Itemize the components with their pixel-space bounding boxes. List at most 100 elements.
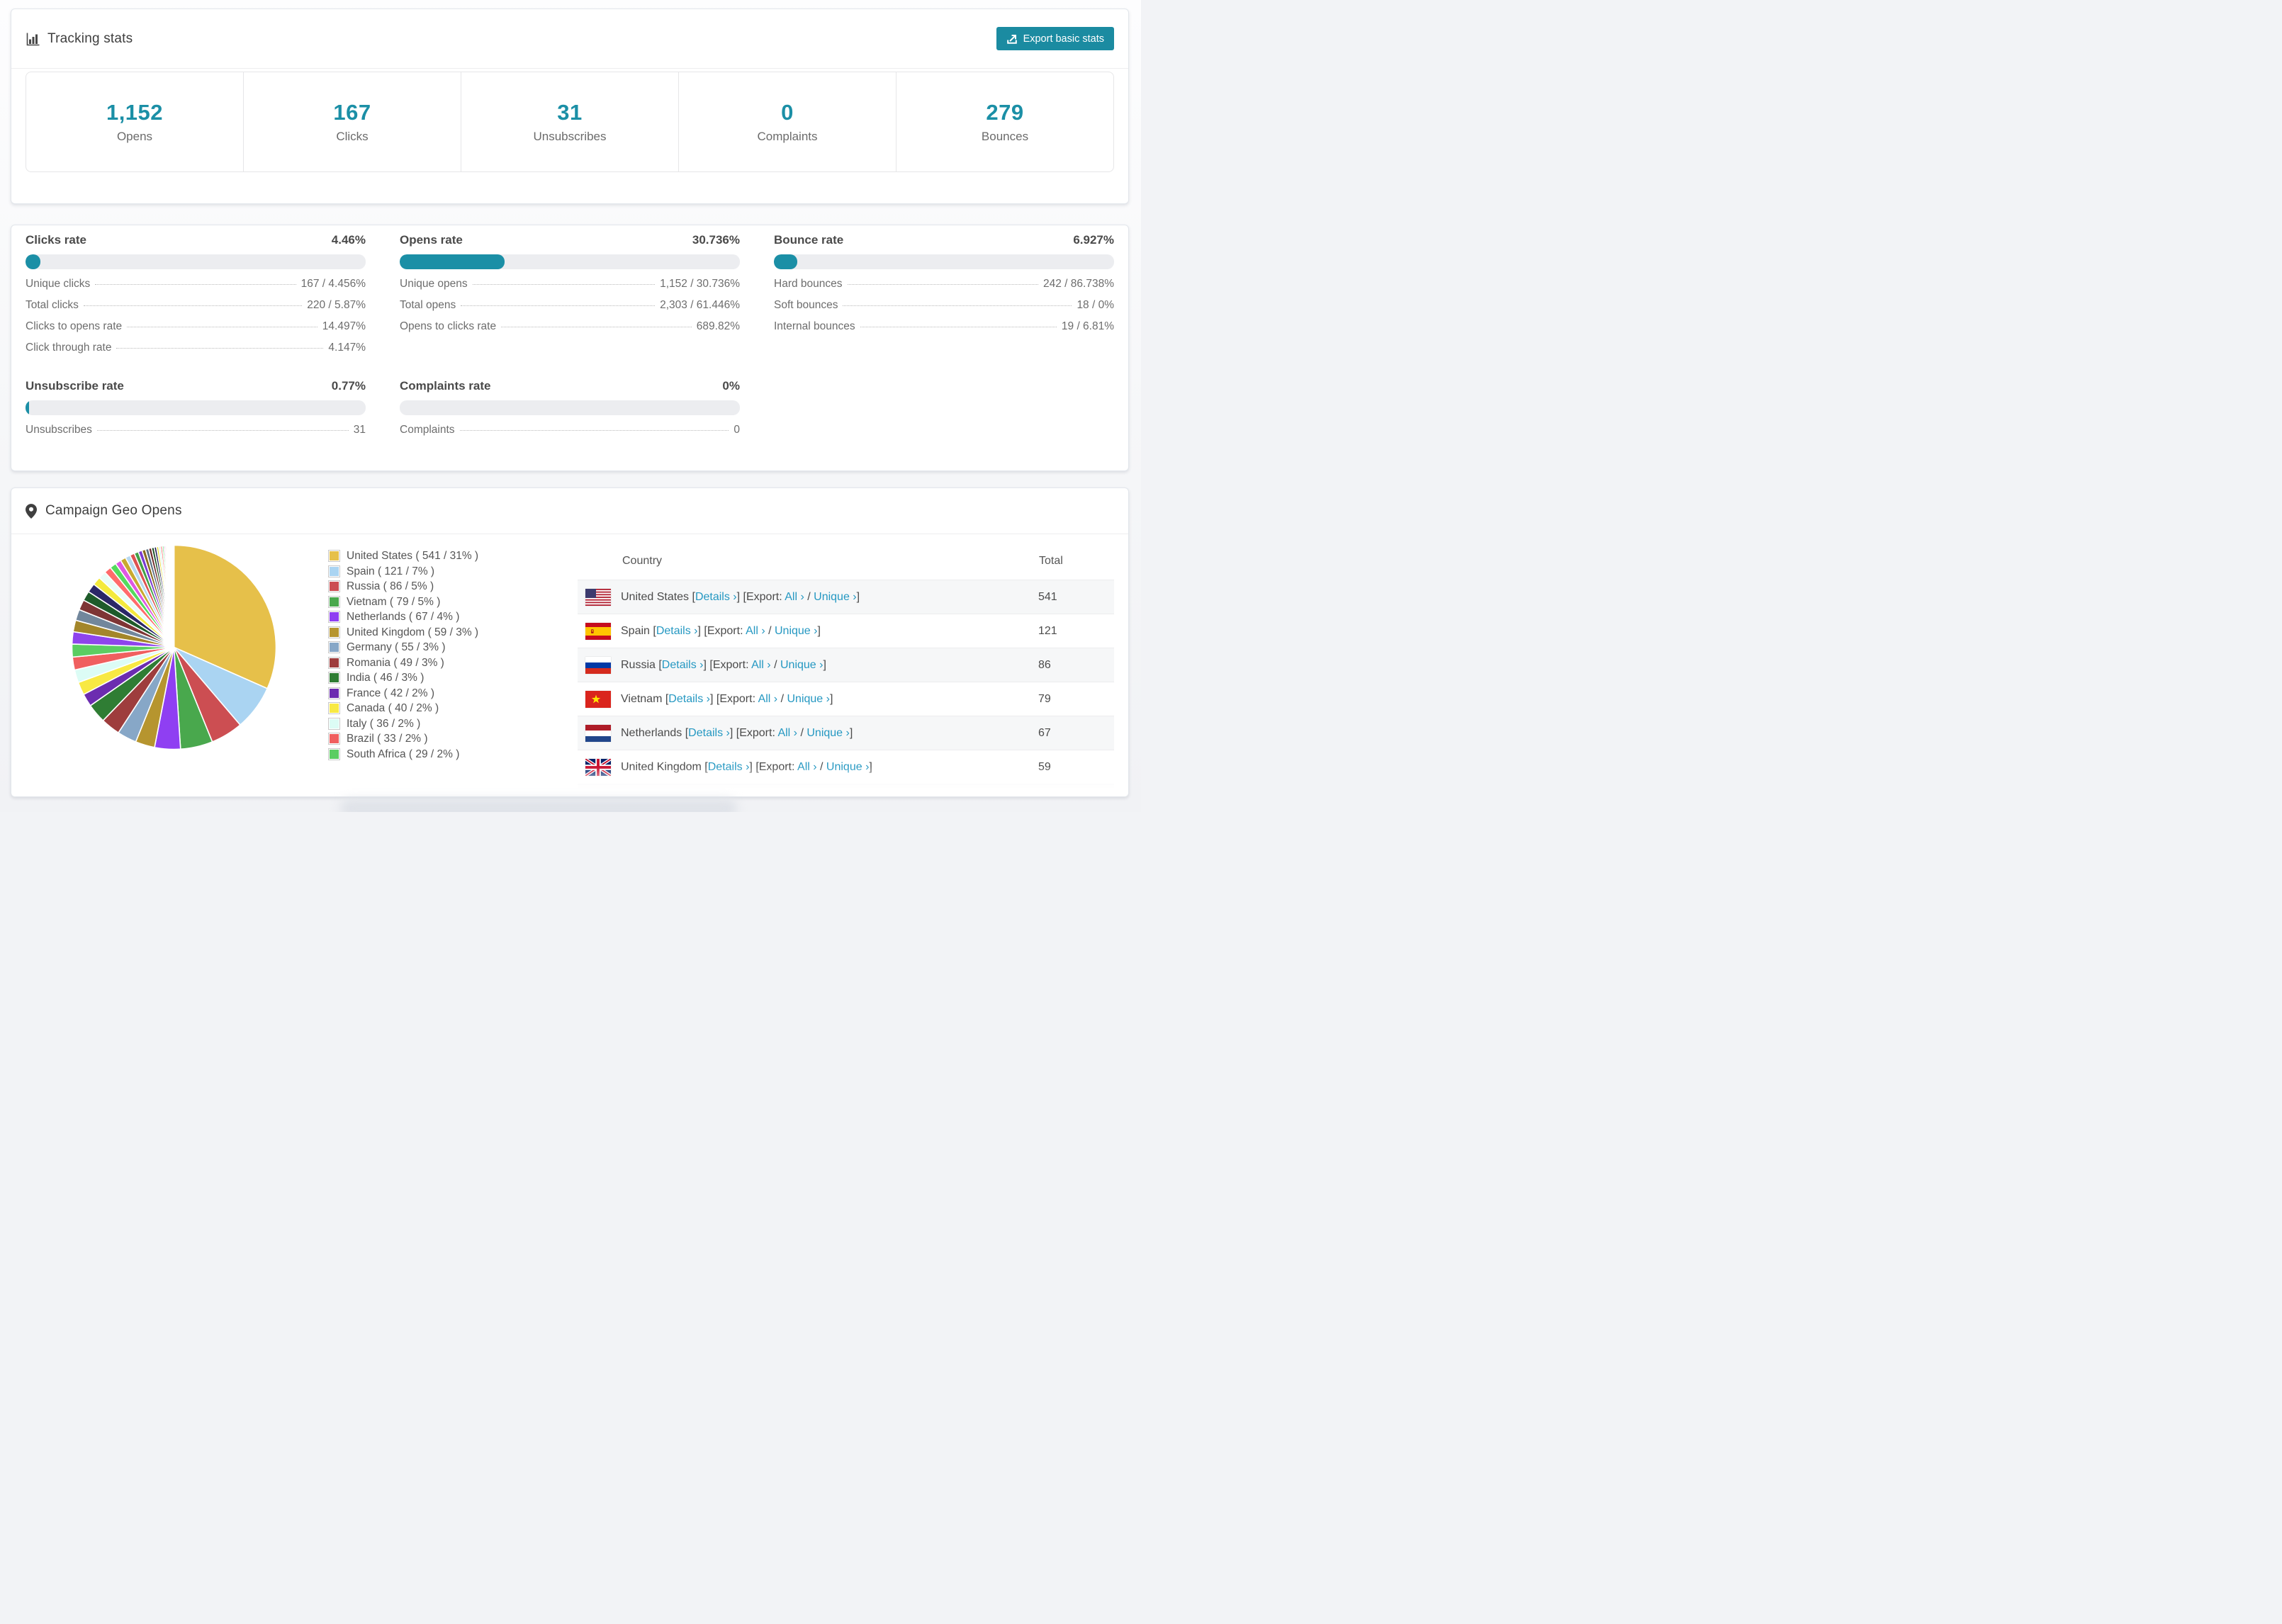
flag-vn-icon [585, 690, 611, 708]
export-unique-link[interactable]: Unique › [780, 659, 823, 671]
rate-detail-row: Hard bounces 242 / 86.738% [774, 278, 1114, 291]
flag-gb-icon [585, 758, 611, 776]
table-header-row: Country Total [578, 543, 1114, 580]
rate-detail-label: Click through rate [26, 342, 112, 354]
legend-item-south-africa: South Africa ( 29 / 2% ) [328, 747, 507, 762]
country-total: 541 [1038, 590, 1057, 603]
flag-es-icon [585, 622, 611, 640]
rate-detail-label: Total clicks [26, 299, 79, 311]
legend-swatch [328, 717, 340, 730]
export-unique-link[interactable]: Unique › [787, 693, 829, 705]
rate-block-unsubscribe-rate: Unsubscribe rate 0.77% Unsubscribes 31 [26, 378, 366, 436]
flag-de-icon [585, 792, 611, 796]
export-unique-link[interactable]: Unique › [826, 761, 869, 773]
country-name: Netherlands [ [621, 726, 689, 739]
rate-progress-fill [26, 400, 29, 415]
legend-item-canada: Canada ( 40 / 2% ) [328, 701, 507, 716]
legend-label: Italy ( 36 / 2% ) [347, 717, 421, 730]
dotted-leader [83, 305, 303, 306]
legend-swatch [328, 656, 340, 669]
geo-pie-chart [71, 544, 277, 750]
rate-detail-label: Clicks to opens rate [26, 320, 123, 332]
details-link[interactable]: Details › [695, 591, 737, 603]
legend-label: Vietnam ( 79 / 5% ) [347, 595, 441, 608]
rate-title: Clicks rate [26, 233, 86, 247]
rate-progress-bar [26, 254, 366, 269]
export-all-link[interactable]: All › [785, 591, 804, 603]
stat-value: 167 [333, 100, 371, 125]
legend-swatch [328, 565, 340, 577]
export-all-link[interactable]: All › [797, 761, 817, 773]
stat-value: 0 [781, 100, 794, 125]
rate-detail-label: Complaints [400, 424, 455, 436]
stat-label: Complaints [757, 130, 818, 143]
rate-detail-label: Internal bounces [774, 320, 855, 332]
legend-label: Canada ( 40 / 2% ) [347, 702, 439, 714]
geo-countries-table: Country Total United States [Details ›] … [578, 543, 1114, 796]
export-unique-link[interactable]: Unique › [775, 625, 817, 637]
rate-progress-bar [400, 400, 740, 415]
dotted-leader [472, 284, 656, 285]
rate-detail-row: Unsubscribes 31 [26, 424, 366, 436]
rate-progress-fill [400, 254, 505, 269]
details-link[interactable]: Details › [662, 659, 704, 671]
country-total: 79 [1038, 692, 1051, 705]
rate-title: Opens rate [400, 233, 463, 247]
dotted-leader [116, 348, 324, 349]
page-title: Tracking stats [47, 30, 133, 46]
legend-label: South Africa ( 29 / 2% ) [347, 748, 460, 760]
rate-detail-value: 31 [353, 424, 366, 436]
column-header-total: Total [1039, 555, 1063, 567]
rate-progress-bar [400, 254, 740, 269]
export-unique-link[interactable]: Unique › [814, 591, 856, 603]
details-link[interactable]: Details › [656, 625, 698, 637]
legend-label: United Kingdom ( 59 / 3% ) [347, 626, 479, 638]
legend-swatch [328, 580, 340, 593]
legend-swatch [328, 687, 340, 699]
export-all-link[interactable]: All › [777, 727, 797, 739]
stat-cell-opens: 1,152 Opens [26, 72, 243, 171]
country-name: Vietnam [ [621, 692, 669, 705]
legend-item-romania: Romania ( 49 / 3% ) [328, 655, 507, 671]
map-pin-icon [26, 503, 37, 519]
export-all-link[interactable]: All › [758, 693, 778, 705]
legend-label: Spain ( 121 / 7% ) [347, 565, 435, 577]
rate-title: Bounce rate [774, 233, 844, 247]
geo-legend: United States ( 541 / 31% ) Spain ( 121 /… [328, 543, 507, 762]
export-basic-stats-button[interactable]: Export basic stats [996, 27, 1114, 50]
export-unique-link[interactable]: Unique › [806, 727, 849, 739]
geo-section-title: Campaign Geo Opens [45, 503, 182, 518]
rate-detail-value: 14.497% [322, 320, 366, 332]
rate-value: 6.927% [1073, 233, 1114, 247]
geo-header: Campaign Geo Opens [11, 488, 1128, 534]
rate-detail-label: Hard bounces [774, 278, 843, 290]
legend-swatch [328, 748, 340, 760]
export-all-link[interactable]: All › [751, 659, 771, 671]
rate-detail-value: 220 / 5.87% [307, 299, 366, 311]
bar-chart-icon [26, 32, 40, 46]
flag-ru-icon [585, 656, 611, 674]
rates-grid: Clicks rate 4.46% Unique clicks 167 / 4.456… [11, 225, 1128, 436]
tracking-stats-header: Tracking stats Export basic stats [11, 9, 1128, 69]
rate-title: Unsubscribe rate [26, 379, 124, 393]
rate-value: 30.736% [692, 233, 740, 247]
legend-swatch [328, 702, 340, 715]
legend-swatch [328, 611, 340, 624]
details-link[interactable]: Details › [688, 727, 730, 739]
legend-label: France ( 42 / 2% ) [347, 687, 435, 699]
export-icon [1006, 33, 1018, 45]
rate-detail-label: Unsubscribes [26, 424, 92, 436]
details-link[interactable]: Details › [708, 761, 750, 773]
stat-cell-bounces: 279 Bounces [896, 72, 1113, 171]
country-total: 121 [1038, 624, 1057, 637]
legend-item-france: France ( 42 / 2% ) [328, 686, 507, 701]
legend-item-united-kingdom: United Kingdom ( 59 / 3% ) [328, 625, 507, 641]
campaign-geo-opens-card: Campaign Geo Opens United States ( 541 /… [11, 487, 1129, 797]
export-all-link[interactable]: All › [746, 625, 765, 637]
stat-label: Unsubscribes [533, 130, 607, 143]
legend-swatch [328, 672, 340, 684]
details-link[interactable]: Details › [668, 693, 710, 705]
legend-label: Russia ( 86 / 5% ) [347, 580, 434, 592]
tracking-stats-card: Tracking stats Export basic stats 1,152 O… [11, 9, 1129, 204]
table-row-united-kingdom: United Kingdom [Details ›] [Export: All … [578, 750, 1114, 784]
